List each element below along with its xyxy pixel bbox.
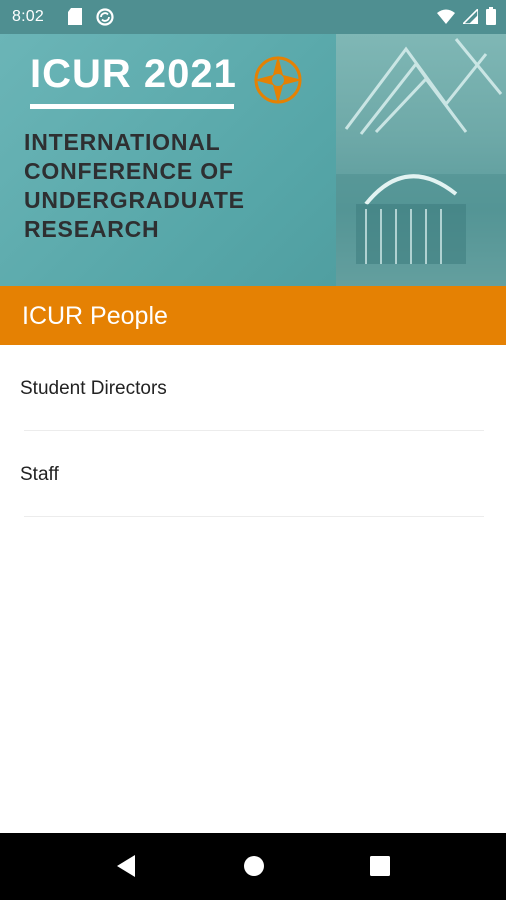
sync-icon xyxy=(96,8,114,31)
home-icon[interactable] xyxy=(243,855,265,882)
banner-title-underline xyxy=(30,104,234,109)
list-item-student-directors[interactable]: Student Directors xyxy=(0,345,506,431)
page-title: ICUR People xyxy=(22,302,168,330)
list-item-label: Staff xyxy=(20,464,59,485)
status-bar: 8:02 xyxy=(0,0,506,34)
wifi-icon xyxy=(437,9,455,29)
list-item-label: Student Directors xyxy=(20,378,167,399)
people-list: Student Directors Staff xyxy=(0,345,506,517)
divider xyxy=(24,516,484,517)
campus-photo xyxy=(336,34,506,286)
app-bar: ICUR People xyxy=(0,286,506,345)
compass-rose-logo-icon xyxy=(252,54,304,111)
sd-card-icon xyxy=(68,8,82,30)
conference-banner: ICUR 2021 INTERNATIONAL CONFERENCE OF UN… xyxy=(0,34,506,286)
banner-title: ICUR 2021 xyxy=(30,52,237,96)
back-icon[interactable] xyxy=(115,855,137,882)
recents-icon[interactable] xyxy=(370,855,390,882)
signal-icon xyxy=(461,6,479,29)
status-time: 8:02 xyxy=(12,8,44,25)
navigation-bar xyxy=(0,833,506,900)
list-item-staff[interactable]: Staff xyxy=(0,431,506,517)
banner-subtitle: INTERNATIONAL CONFERENCE OF UNDERGRADUAT… xyxy=(24,129,245,242)
battery-icon xyxy=(486,7,496,30)
